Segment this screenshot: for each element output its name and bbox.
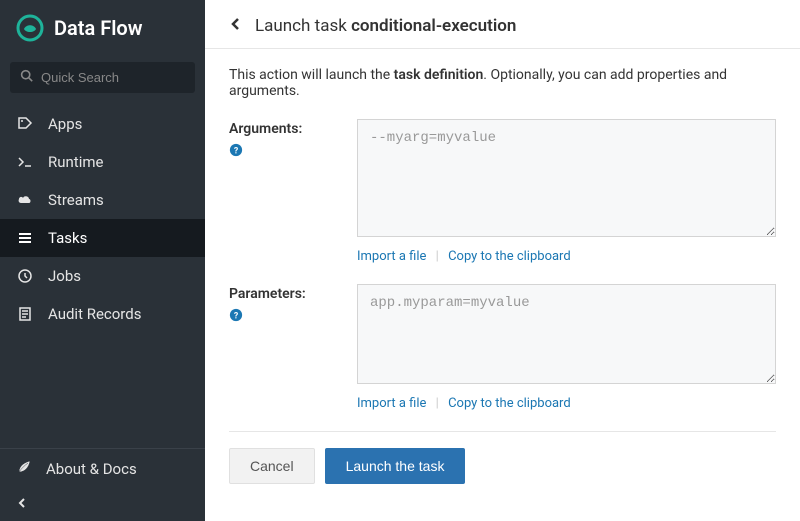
intro-bold: task definition: [394, 67, 484, 83]
page-header: Launch task conditional-execution: [205, 0, 800, 49]
sidebar-item-about-docs[interactable]: About & Docs: [0, 449, 205, 489]
search-box[interactable]: [10, 62, 195, 93]
main: Launch task conditional-execution This a…: [205, 0, 800, 521]
parameters-field: Parameters: ? Import a file | Copy to th…: [229, 284, 776, 411]
help-icon[interactable]: ?: [229, 308, 243, 326]
separator: |: [436, 249, 439, 264]
launch-button[interactable]: Launch the task: [325, 448, 466, 484]
svg-text:?: ?: [234, 312, 239, 322]
arguments-copy-link[interactable]: Copy to the clipboard: [448, 249, 571, 264]
sidebar-item-jobs[interactable]: Jobs: [0, 257, 205, 295]
cancel-button[interactable]: Cancel: [229, 448, 315, 484]
sidebar-item-label: Apps: [48, 115, 82, 133]
sidebar-item-label: Audit Records: [48, 305, 141, 323]
parameters-links: Import a file | Copy to the clipboard: [357, 396, 776, 411]
search-icon: [20, 69, 33, 86]
terminal-icon: [16, 154, 34, 170]
separator: |: [436, 396, 439, 411]
arguments-field: Arguments: ? Import a file | Copy to the…: [229, 119, 776, 264]
actions-bar: Cancel Launch the task: [229, 431, 776, 484]
sidebar-footer: About & Docs: [0, 448, 205, 521]
sidebar: Data Flow Apps Runtime Streams: [0, 0, 205, 521]
cloud-icon: [16, 192, 34, 208]
sidebar-item-streams[interactable]: Streams: [0, 181, 205, 219]
tag-icon: [16, 116, 34, 132]
sidebar-item-tasks[interactable]: Tasks: [0, 219, 205, 257]
svg-text:?: ?: [234, 147, 239, 157]
arguments-import-link[interactable]: Import a file: [357, 249, 426, 264]
sidebar-nav: Apps Runtime Streams Tasks Jobs: [0, 105, 205, 448]
back-button[interactable]: [229, 17, 243, 35]
sidebar-item-label: Streams: [48, 191, 104, 209]
leaf-icon: [16, 459, 32, 479]
sidebar-collapse-toggle[interactable]: [0, 489, 205, 521]
arguments-textarea[interactable]: [357, 119, 776, 237]
help-icon[interactable]: ?: [229, 143, 243, 161]
page-title: Launch task conditional-execution: [255, 16, 516, 36]
parameters-textarea[interactable]: [357, 284, 776, 384]
sidebar-item-audit-records[interactable]: Audit Records: [0, 295, 205, 333]
brand: Data Flow: [0, 0, 205, 56]
intro-text: This action will launch the task definit…: [229, 67, 776, 99]
page-title-prefix: Launch task: [255, 16, 351, 36]
sidebar-footer-label: About & Docs: [46, 460, 137, 478]
brand-logo-icon: [16, 14, 44, 42]
intro-pre: This action will launch the: [229, 67, 394, 83]
clock-icon: [16, 268, 34, 284]
list-icon: [16, 230, 34, 246]
sidebar-item-label: Runtime: [48, 153, 103, 171]
brand-title: Data Flow: [54, 16, 142, 40]
parameters-label: Parameters:: [229, 286, 339, 302]
content: This action will launch the task definit…: [205, 49, 800, 502]
parameters-import-link[interactable]: Import a file: [357, 396, 426, 411]
page-title-task-name: conditional-execution: [351, 16, 516, 36]
sidebar-item-apps[interactable]: Apps: [0, 105, 205, 143]
sidebar-item-label: Jobs: [48, 267, 81, 285]
arguments-links: Import a file | Copy to the clipboard: [357, 249, 776, 264]
search-input[interactable]: [41, 70, 217, 85]
document-icon: [16, 306, 34, 322]
chevron-left-icon: [16, 497, 28, 513]
sidebar-item-label: Tasks: [48, 229, 87, 247]
parameters-copy-link[interactable]: Copy to the clipboard: [448, 396, 571, 411]
sidebar-item-runtime[interactable]: Runtime: [0, 143, 205, 181]
arguments-label: Arguments:: [229, 121, 339, 137]
